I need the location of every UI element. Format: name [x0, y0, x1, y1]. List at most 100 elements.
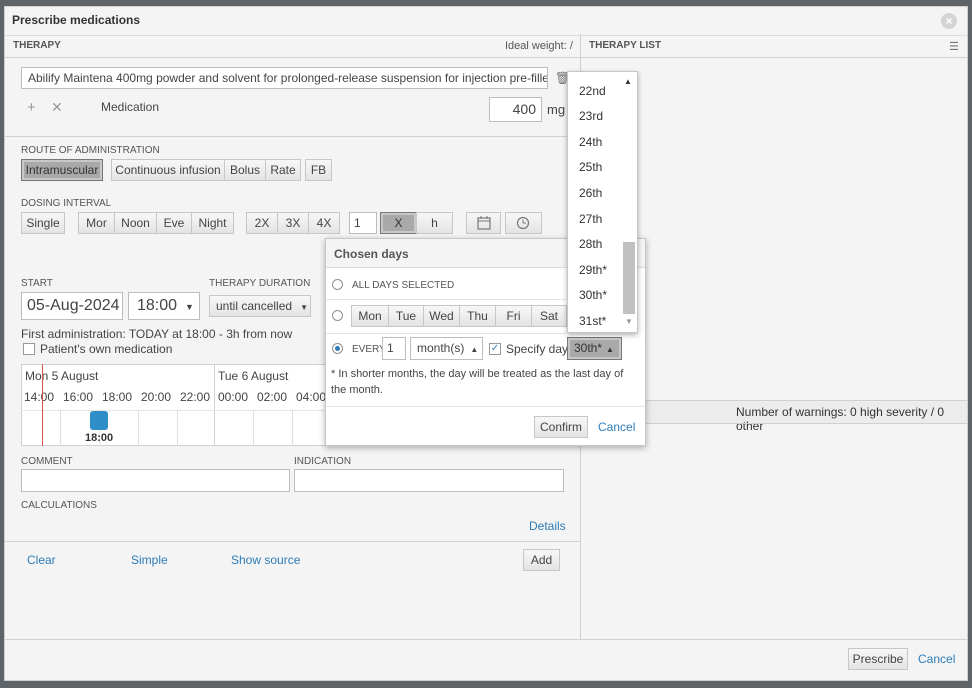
chevron-down-icon: ▼ [185, 302, 194, 312]
start-time-value: 18:00 [137, 297, 178, 314]
weekdays-radio[interactable] [332, 310, 343, 321]
dosing-h-button[interactable]: h [416, 212, 453, 234]
indication-label: INDICATION [294, 456, 352, 467]
every-count-input[interactable]: 1 [382, 337, 406, 360]
dose-unit: mg [547, 102, 566, 117]
close-icon[interactable]: × [941, 13, 957, 29]
own-medication-checkbox[interactable] [23, 343, 35, 355]
chevron-down-icon: ▼ [300, 303, 308, 312]
show-source-link[interactable]: Show source [231, 553, 300, 567]
dialog-title: Prescribe medications [12, 13, 141, 27]
menu-icon[interactable]: ☰ [949, 40, 959, 53]
calculations-label: CALCULATIONS [21, 500, 97, 511]
timeline-day2: Tue 6 August [218, 369, 289, 383]
route-rate-button[interactable]: Rate [265, 159, 301, 181]
dosing-eve-button[interactable]: Eve [156, 212, 192, 234]
dose-marker[interactable] [90, 411, 108, 430]
comment-input[interactable] [21, 469, 290, 492]
day-option[interactable]: 29th* [579, 263, 607, 277]
dose-marker-time: 18:00 [85, 432, 114, 444]
therapy-duration-value: until cancelled [216, 299, 293, 313]
every-radio[interactable] [332, 343, 343, 354]
therapy-duration-select[interactable]: until cancelled ▼ [209, 295, 311, 317]
dosing-mor-button[interactable]: Mor [78, 212, 115, 234]
scroll-down-icon[interactable]: ▼ [625, 317, 633, 326]
simple-link[interactable]: Simple [131, 553, 168, 567]
dosing-4x-button[interactable]: 4X [308, 212, 340, 234]
chevron-up-icon: ▲ [470, 345, 479, 354]
route-intramuscular-button[interactable]: Intramuscular [21, 159, 103, 181]
dosing-x-button[interactable]: X [380, 212, 417, 234]
timeline-hour: 04:00 [296, 390, 327, 404]
cancel-link[interactable]: Cancel [918, 652, 955, 666]
weekday-tue-button[interactable]: Tue [388, 305, 424, 327]
first-administration-text: First administration: TODAY at 18:00 - 3… [21, 327, 293, 341]
dosing-number-input[interactable]: 1 [349, 212, 377, 234]
therapy-section-title: THERAPY [13, 40, 61, 51]
timeline-hour: 18:00 [102, 390, 133, 404]
dosing-2x-button[interactable]: 2X [246, 212, 278, 234]
weekday-fri-button[interactable]: Fri [495, 305, 532, 327]
add-button[interactable]: Add [523, 549, 560, 571]
warnings-summary: Number of warnings: 0 high severity / 0 … [736, 405, 945, 433]
dosing-night-button[interactable]: Night [191, 212, 234, 234]
specify-day-label: Specify day [506, 342, 569, 356]
chosen-days-title: Chosen days [334, 247, 409, 261]
period-value: month(s) [417, 341, 465, 355]
confirm-button[interactable]: Confirm [534, 416, 588, 438]
dosing-3x-button[interactable]: 3X [277, 212, 309, 234]
scrollbar-thumb[interactable] [623, 242, 635, 314]
route-fb-button[interactable]: FB [305, 159, 332, 181]
period-select[interactable]: month(s) ▲ [410, 337, 483, 360]
specify-day-checkbox[interactable]: ✓ [489, 343, 501, 355]
route-bolus-button[interactable]: Bolus [224, 159, 266, 181]
dose-input[interactable]: 400 [489, 97, 542, 122]
details-link[interactable]: Details [529, 519, 566, 533]
route-label: ROUTE OF ADMINISTRATION [21, 145, 160, 156]
weekday-thu-button[interactable]: Thu [459, 305, 496, 327]
day-option[interactable]: 24th [579, 135, 602, 149]
dosing-noon-button[interactable]: Noon [114, 212, 157, 234]
weekday-wed-button[interactable]: Wed [423, 305, 460, 327]
timeline-day1: Mon 5 August [25, 369, 99, 383]
dosing-single-button[interactable]: Single [21, 212, 65, 234]
indication-input[interactable] [294, 469, 564, 492]
medication-name-input[interactable]: Abilify Maintena 400mg powder and solven… [21, 67, 548, 89]
day-option[interactable]: 31st* [579, 314, 606, 328]
day-option[interactable]: 23rd [579, 109, 603, 123]
start-time-input[interactable]: 18:00 ▼ [128, 292, 200, 320]
day-option[interactable]: 26th [579, 186, 602, 200]
scroll-up-icon[interactable]: ▲ [624, 77, 632, 86]
dosing-interval-label: DOSING INTERVAL [21, 198, 112, 209]
plus-icon[interactable]: + [27, 99, 36, 116]
route-continuous-infusion-button[interactable]: Continuous infusion [111, 159, 225, 181]
chosen-days-cancel-link[interactable]: Cancel [598, 420, 635, 434]
own-medication-label: Patient's own medication [40, 342, 173, 356]
medication-label: Medication [101, 100, 160, 114]
day-option[interactable]: 25th [579, 160, 602, 174]
shorter-months-note: * In shorter months, the day will be tre… [331, 368, 624, 396]
clock-schedule-icon[interactable] [505, 212, 542, 234]
clear-link[interactable]: Clear [27, 553, 56, 567]
all-days-radio[interactable] [332, 279, 343, 290]
start-label: START [21, 278, 53, 289]
day-option[interactable]: 28th [579, 237, 602, 251]
calendar-icon[interactable] [466, 212, 501, 234]
timeline-hour: 14:00 [24, 390, 55, 404]
day-option[interactable]: 22nd [579, 84, 606, 98]
every-label: EVERY [352, 344, 386, 355]
dialog-titlebar: Prescribe medications × [5, 7, 967, 36]
ideal-weight: Ideal weight: / [505, 40, 573, 52]
remove-icon[interactable]: ✕ [51, 99, 63, 116]
day-option[interactable]: 27th [579, 212, 602, 226]
weekday-sat-button[interactable]: Sat [531, 305, 567, 327]
specify-day-select[interactable]: 30th* ▲ [567, 337, 622, 360]
start-date-input[interactable]: 05-Aug-2024 [21, 292, 123, 320]
timeline-hour: 00:00 [218, 390, 249, 404]
prescribe-button[interactable]: Prescribe [848, 648, 908, 670]
specify-day-value: 30th* [574, 341, 603, 355]
day-option[interactable]: 30th* [579, 288, 607, 302]
therapy-list-title: THERAPY LIST [589, 40, 662, 51]
weekday-mon-button[interactable]: Mon [351, 305, 389, 327]
comment-label: COMMENT [21, 456, 73, 467]
